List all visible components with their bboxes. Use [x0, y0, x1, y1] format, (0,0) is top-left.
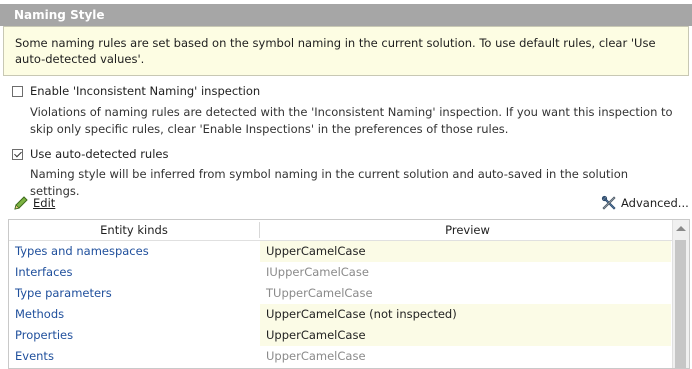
entity-kind-cell[interactable]: Methods — [15, 304, 64, 325]
section-header: Naming Style — [0, 4, 692, 26]
table-row[interactable]: Interfaces IUpperCamelCase — [9, 262, 675, 283]
vertical-scrollbar[interactable] — [672, 220, 689, 368]
pencil-icon — [13, 195, 29, 211]
table-row[interactable]: Types and namespaces UpperCamelCase — [9, 241, 675, 262]
entity-kind-cell[interactable]: Type parameters — [15, 283, 112, 304]
edit-button[interactable]: Edit — [13, 195, 55, 211]
advanced-label: Advanced... — [621, 196, 689, 210]
table-row[interactable]: Events UpperCamelCase — [9, 346, 675, 367]
scrollbar-thumb[interactable] — [675, 240, 686, 368]
preview-cell: UpperCamelCase (not inspected) — [260, 304, 671, 325]
preview-cell: TUpperCamelCase — [266, 286, 373, 300]
preview-cell: UpperCamelCase — [260, 241, 671, 262]
preview-cell: UpperCamelCase — [266, 349, 366, 363]
entity-kind-cell[interactable]: Interfaces — [15, 262, 72, 283]
use-auto-detected-rules-label[interactable]: Use auto-detected rules — [30, 147, 168, 161]
entity-kind-cell[interactable]: Events — [15, 346, 54, 367]
tools-icon — [601, 195, 617, 211]
entity-kind-cell[interactable]: Properties — [15, 325, 73, 346]
table-header: Entity kinds Preview — [9, 220, 675, 241]
edit-label: Edit — [33, 196, 56, 210]
table-row[interactable]: Properties UpperCamelCase — [9, 325, 675, 346]
column-header-preview[interactable]: Preview — [260, 220, 675, 240]
scroll-up-arrow-icon[interactable] — [676, 226, 686, 231]
entity-kind-cell[interactable]: Types and namespaces — [15, 241, 149, 262]
column-header-entity-kinds[interactable]: Entity kinds — [9, 220, 259, 240]
info-banner: Some naming rules are set based on the s… — [3, 26, 689, 76]
section-title: Naming Style — [14, 8, 105, 22]
auto-detected-rules-description: Naming style will be inferred from symbo… — [30, 167, 629, 198]
enable-inconsistent-naming-label[interactable]: Enable 'Inconsistent Naming' inspection — [30, 84, 260, 98]
preview-cell: UpperCamelCase — [260, 325, 671, 346]
preview-cell: IUpperCamelCase — [266, 265, 369, 279]
use-auto-detected-rules-checkbox[interactable] — [12, 149, 23, 160]
advanced-button[interactable]: Advanced... — [601, 195, 689, 211]
enable-inconsistent-naming-checkbox[interactable] — [12, 86, 23, 97]
entity-kinds-table[interactable]: Entity kinds Preview Types and namespace… — [8, 219, 690, 369]
table-row[interactable]: Type parameters TUpperCamelCase — [9, 283, 675, 304]
info-text: Some naming rules are set based on the s… — [15, 36, 656, 66]
table-row[interactable]: Methods UpperCamelCase (not inspected) — [9, 304, 675, 325]
inconsistent-naming-description: Violations of naming rules are detected … — [30, 105, 673, 136]
